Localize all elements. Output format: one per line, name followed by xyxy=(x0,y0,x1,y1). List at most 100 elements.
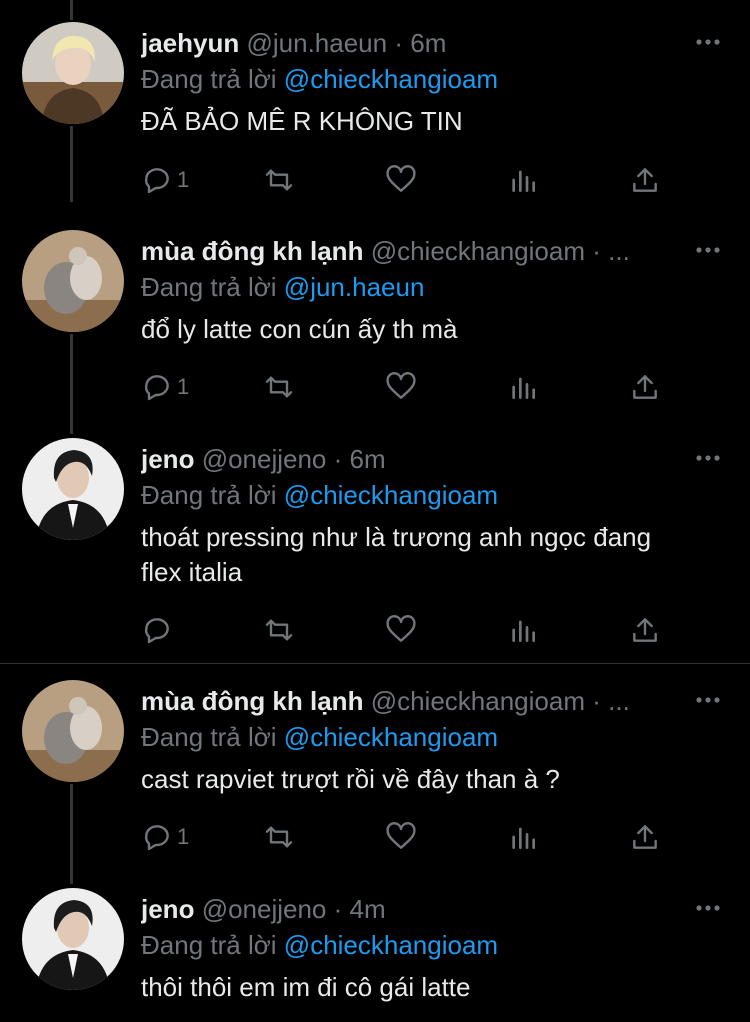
share-icon xyxy=(633,168,657,192)
mention-link[interactable]: @chieckhangioam xyxy=(284,722,498,752)
views-button[interactable] xyxy=(507,369,539,405)
mention-link[interactable]: @chieckhangioam xyxy=(284,930,498,960)
like-button[interactable] xyxy=(385,162,417,198)
heart-icon xyxy=(386,372,416,399)
share-icon xyxy=(633,375,657,399)
timestamp[interactable]: 6m xyxy=(350,444,386,474)
share-button[interactable] xyxy=(629,819,661,855)
like-button[interactable] xyxy=(385,369,417,405)
views-button[interactable] xyxy=(507,162,539,198)
retweet-button[interactable] xyxy=(263,612,295,648)
reply-button[interactable]: 1 xyxy=(141,369,189,405)
replying-to-label: Đang trả lời xyxy=(141,722,277,752)
separator-dot: · xyxy=(333,444,343,474)
tweet-header: jeno @onejjeno · 6m xyxy=(141,442,681,476)
blond-person-avatar xyxy=(22,22,124,124)
like-button[interactable] xyxy=(385,612,417,648)
retweet-icon xyxy=(265,619,293,641)
replying-to-label: Đang trả lời xyxy=(141,930,277,960)
timestamp[interactable]: 4m xyxy=(350,894,386,924)
share-button[interactable] xyxy=(629,612,661,648)
like-button[interactable] xyxy=(385,819,417,855)
display-name[interactable]: jeno xyxy=(141,894,194,924)
mention-link[interactable]: @chieckhangioam xyxy=(284,480,498,510)
display-name[interactable]: mùa đông kh lạnh xyxy=(141,236,363,266)
action-bar: 1 xyxy=(141,162,681,198)
reply-button[interactable] xyxy=(141,612,177,648)
views-button[interactable] xyxy=(507,612,539,648)
replying-to: Đang trả lời @chieckhangioam xyxy=(141,62,498,96)
reply-button[interactable]: 1 xyxy=(141,162,189,198)
reply-icon xyxy=(144,825,169,851)
retweet-icon xyxy=(265,169,293,191)
replying-to-label: Đang trả lời xyxy=(141,64,277,94)
user-handle[interactable]: @onejjeno xyxy=(202,444,327,474)
views-button[interactable] xyxy=(507,819,539,855)
user-handle[interactable]: @chieckhangioam xyxy=(371,686,585,716)
reply-button[interactable]: 1 xyxy=(141,819,189,855)
avatar[interactable] xyxy=(22,22,124,124)
cat-avatar xyxy=(22,680,124,782)
user-handle[interactable]: @onejjeno xyxy=(202,894,327,924)
bar-chart-icon xyxy=(512,620,535,642)
reply-icon xyxy=(144,618,169,644)
share-icon xyxy=(633,825,657,849)
avatar[interactable] xyxy=(22,680,124,782)
tweet[interactable]: mùa đông kh lạnh @chieckhangioam · ... Đ… xyxy=(0,680,750,870)
retweet-button[interactable] xyxy=(263,162,295,198)
tweet-header: mùa đông kh lạnh @chieckhangioam · ... xyxy=(141,234,681,268)
avatar[interactable] xyxy=(22,438,124,540)
more-options-icon[interactable] xyxy=(694,236,722,264)
display-name[interactable]: jeno xyxy=(141,444,194,474)
action-bar xyxy=(141,612,681,648)
tweet-text: cast rapviet trượt rồi về đây than à ? xyxy=(141,764,560,794)
timestamp[interactable]: ... xyxy=(608,236,630,266)
tweet-text: thoát pressing như là trương anh ngọc đa… xyxy=(141,522,652,587)
tweet[interactable]: jeno @onejjeno · 4m Đang trả lời @chieck… xyxy=(0,888,750,1022)
separator-dot: · xyxy=(592,236,601,266)
reply-count: 1 xyxy=(177,824,190,849)
tweet[interactable]: jeno @onejjeno · 6m Đang trả lời @chieck… xyxy=(0,438,750,658)
user-handle[interactable]: @chieckhangioam xyxy=(371,236,585,266)
replying-to-label: Đang trả lời xyxy=(141,272,277,302)
tweet[interactable]: mùa đông kh lạnh @chieckhangioam · ... Đ… xyxy=(0,230,750,420)
reply-icon xyxy=(144,168,169,194)
display-name[interactable]: jaehyun xyxy=(141,28,239,58)
cat-avatar xyxy=(22,230,124,332)
heart-icon xyxy=(386,165,416,192)
retweet-button[interactable] xyxy=(263,819,295,855)
tweet[interactable]: jaehyun @jun.haeun · 6m Đang trả lời @ch… xyxy=(0,22,750,212)
separator-dot: · xyxy=(592,686,601,716)
retweet-button[interactable] xyxy=(263,369,295,405)
heart-icon xyxy=(386,822,416,849)
more-options-icon[interactable] xyxy=(694,444,722,472)
tweet-header: mùa đông kh lạnh @chieckhangioam · ... xyxy=(141,684,681,718)
mention-link[interactable]: @chieckhangioam xyxy=(284,64,498,94)
retweet-icon xyxy=(265,826,293,848)
mention-link[interactable]: @jun.haeun xyxy=(284,272,425,302)
action-bar: 1 xyxy=(141,819,681,855)
share-icon xyxy=(633,618,657,642)
replying-to: Đang trả lời @jun.haeun xyxy=(141,270,424,304)
tweet-text: ĐÃ BẢO MÊ R KHÔNG TIN xyxy=(141,106,463,136)
share-button[interactable] xyxy=(629,369,661,405)
replying-to: Đang trả lời @chieckhangioam xyxy=(141,928,498,962)
avatar[interactable] xyxy=(22,230,124,332)
more-options-icon[interactable] xyxy=(694,686,722,714)
bar-chart-icon xyxy=(512,170,535,192)
reply-icon xyxy=(144,375,169,401)
timestamp[interactable]: ... xyxy=(608,686,630,716)
heart-icon xyxy=(386,615,416,642)
display-name[interactable]: mùa đông kh lạnh xyxy=(141,686,363,716)
more-options-icon[interactable] xyxy=(694,894,722,922)
avatar[interactable] xyxy=(22,888,124,990)
tweet-header: jeno @onejjeno · 4m xyxy=(141,892,681,926)
tweet-header: jaehyun @jun.haeun · 6m xyxy=(141,26,681,60)
share-button[interactable] xyxy=(629,162,661,198)
more-options-icon[interactable] xyxy=(694,28,722,56)
tweet-text: thôi thôi em im đi cô gái latte xyxy=(141,972,471,1002)
user-handle[interactable]: @jun.haeun xyxy=(246,28,387,58)
thread-separator xyxy=(0,663,750,664)
timestamp[interactable]: 6m xyxy=(410,28,446,58)
reply-count: 1 xyxy=(177,167,190,192)
